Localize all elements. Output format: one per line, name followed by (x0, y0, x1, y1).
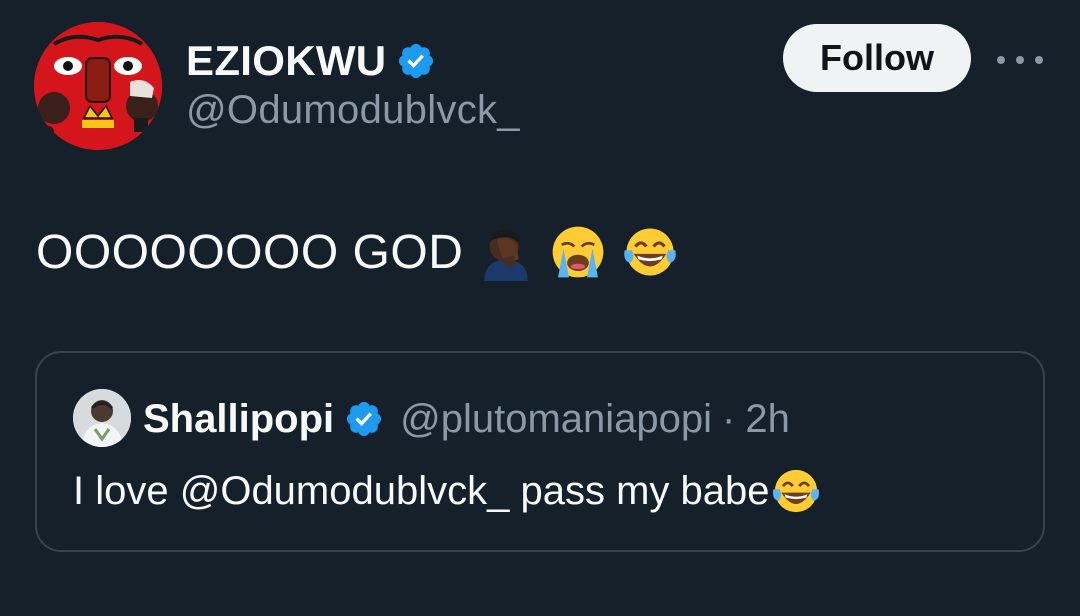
quote-text-content: I love @Odumodublvck_ pass my babe (73, 468, 770, 513)
man-facepalming-icon (477, 223, 535, 281)
more-dot-icon (1016, 56, 1024, 64)
author-name-row: EZIOKWU (186, 36, 436, 86)
author-handle[interactable]: @Odumodublvck_ (186, 88, 520, 133)
quote-handle[interactable]: @plutomaniapopi (400, 397, 712, 442)
more-options-button[interactable] (993, 40, 1047, 80)
more-dot-icon (997, 56, 1005, 64)
quoted-tweet[interactable]: Shallipopi @plutomaniapopi · 2h I love @… (35, 351, 1045, 552)
quote-header: Shallipopi @plutomaniapopi · 2h (143, 393, 790, 445)
quote-timestamp[interactable]: 2h (745, 397, 790, 442)
verified-badge-icon[interactable] (344, 399, 384, 439)
quote-author-avatar[interactable] (73, 389, 131, 447)
face-with-tears-of-joy-icon (770, 465, 822, 517)
quote-display-name[interactable]: Shallipopi (143, 397, 334, 442)
verified-badge-icon[interactable] (396, 41, 436, 81)
tweet-card: EZIOKWU @Odumodublvck_ Follow OOOOOOOO G… (0, 0, 1080, 616)
quote-text: I love @Odumodublvck_ pass my babe (73, 465, 822, 517)
avatar-artwork-icon (34, 22, 162, 150)
more-dot-icon (1035, 56, 1043, 64)
follow-button[interactable]: Follow (783, 24, 971, 92)
tweet-text: OOOOOOOO GOD (36, 222, 679, 282)
face-with-tears-of-joy-icon (621, 223, 679, 281)
loudly-crying-face-icon (549, 223, 607, 281)
author-avatar[interactable] (34, 22, 162, 150)
quote-separator: · (722, 396, 736, 441)
tweet-text-content: OOOOOOOO GOD (36, 225, 464, 279)
author-display-name[interactable]: EZIOKWU (186, 37, 386, 85)
